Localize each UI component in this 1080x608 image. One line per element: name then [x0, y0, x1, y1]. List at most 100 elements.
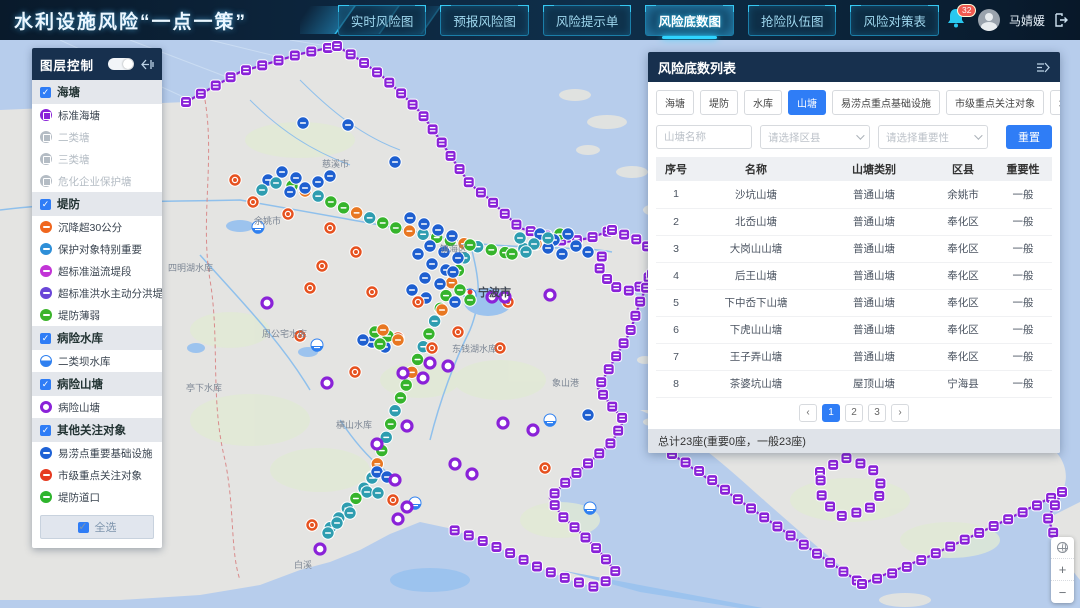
- teal-marker[interactable]: [389, 405, 401, 417]
- seawall-marker[interactable]: [619, 229, 630, 240]
- flood-marker[interactable]: [570, 240, 582, 252]
- seawall-marker[interactable]: [864, 502, 875, 513]
- seawall-marker[interactable]: [988, 521, 999, 532]
- page-2[interactable]: 2: [845, 404, 863, 422]
- layer-item[interactable]: 市级重点关注对象: [32, 464, 162, 486]
- seawall-marker[interactable]: [746, 503, 757, 514]
- teal-marker[interactable]: [344, 507, 356, 519]
- focus-marker[interactable]: [282, 208, 294, 220]
- focus-marker[interactable]: [412, 296, 424, 308]
- table-row[interactable]: 7王子弄山塘普通山塘奉化区一般: [656, 343, 1052, 370]
- orange-marker[interactable]: [403, 225, 415, 237]
- tab-1[interactable]: 海塘: [656, 90, 694, 115]
- layer-item[interactable]: 超标准溢流堤段: [32, 260, 162, 282]
- tab-7[interactable]: 堤防道口: [1050, 90, 1060, 115]
- reservoir-marker[interactable]: [311, 339, 323, 352]
- seawall-marker[interactable]: [811, 548, 822, 559]
- green-marker[interactable]: [506, 248, 518, 260]
- focus-marker[interactable]: [350, 246, 362, 258]
- flood-marker[interactable]: [418, 218, 430, 230]
- orange-marker[interactable]: [350, 207, 362, 219]
- layer-item[interactable]: 沉降超30公分: [32, 216, 162, 238]
- seawall-marker[interactable]: [384, 77, 395, 88]
- focus-marker[interactable]: [306, 519, 318, 531]
- avatar[interactable]: [978, 9, 1000, 31]
- seawall-marker[interactable]: [545, 567, 556, 578]
- seawall-marker[interactable]: [798, 539, 809, 550]
- green-marker[interactable]: [400, 379, 412, 391]
- notification-bell[interactable]: 32: [947, 8, 969, 32]
- page-1[interactable]: 1: [822, 404, 840, 422]
- seawall-marker[interactable]: [1031, 500, 1042, 511]
- nav-button[interactable]: 风险对策表: [850, 5, 939, 36]
- section-checkbox[interactable]: ✓: [40, 199, 51, 210]
- teal-marker[interactable]: [514, 232, 526, 244]
- district-select[interactable]: 请选择区县: [760, 125, 870, 149]
- seawall-marker[interactable]: [511, 219, 522, 230]
- green-marker[interactable]: [485, 244, 497, 256]
- seawall-marker[interactable]: [598, 389, 609, 400]
- pond-marker[interactable]: [467, 469, 477, 479]
- flood-marker[interactable]: [582, 246, 594, 258]
- focus-marker[interactable]: [349, 366, 361, 378]
- select-all-button[interactable]: ✓ 全选: [40, 515, 154, 539]
- flood-marker[interactable]: [389, 156, 401, 168]
- reset-button[interactable]: 重置: [1006, 125, 1052, 149]
- flood-marker[interactable]: [434, 278, 446, 290]
- pond-marker[interactable]: [393, 514, 403, 524]
- flood-marker[interactable]: [276, 166, 288, 178]
- seawall-marker[interactable]: [720, 484, 731, 495]
- seawall-marker[interactable]: [571, 467, 582, 478]
- teal-marker[interactable]: [256, 184, 268, 196]
- zoom-out-button[interactable]: −: [1051, 581, 1074, 603]
- collapse-left-icon[interactable]: [141, 59, 154, 70]
- tab-3[interactable]: 水库: [744, 90, 782, 115]
- seawall-marker[interactable]: [531, 561, 542, 572]
- seawall-marker[interactable]: [945, 541, 956, 552]
- nav-button[interactable]: 抢险队伍图: [748, 5, 837, 36]
- flood-marker[interactable]: [342, 119, 354, 131]
- seawall-marker[interactable]: [874, 490, 885, 501]
- pond-marker[interactable]: [545, 290, 555, 300]
- layer-section-header[interactable]: ✓病险水库: [32, 326, 162, 350]
- seawall-marker[interactable]: [816, 490, 827, 501]
- focus-marker[interactable]: [387, 494, 399, 506]
- pond-marker[interactable]: [402, 421, 412, 431]
- seawall-marker[interactable]: [600, 554, 611, 565]
- seawall-marker[interactable]: [289, 50, 300, 61]
- flood-marker[interactable]: [406, 284, 418, 296]
- green-marker[interactable]: [411, 353, 423, 365]
- nav-button[interactable]: 风险提示单: [543, 5, 632, 36]
- seawall-marker[interactable]: [549, 488, 560, 499]
- tab-2[interactable]: 堤防: [700, 90, 738, 115]
- seawall-marker[interactable]: [855, 458, 866, 469]
- pond-marker[interactable]: [398, 368, 408, 378]
- pond-marker[interactable]: [528, 425, 538, 435]
- teal-marker[interactable]: [322, 527, 334, 539]
- seawall-marker[interactable]: [573, 577, 584, 588]
- seawall-marker[interactable]: [436, 137, 447, 148]
- flood-marker[interactable]: [290, 172, 302, 184]
- seawall-marker[interactable]: [591, 543, 602, 554]
- layer-item[interactable]: 堤防道口: [32, 486, 162, 508]
- green-marker[interactable]: [454, 284, 466, 296]
- seawall-marker[interactable]: [772, 521, 783, 532]
- teal-marker[interactable]: [312, 190, 324, 202]
- flood-marker[interactable]: [404, 212, 416, 224]
- seawall-marker[interactable]: [759, 512, 770, 523]
- zoom-in-button[interactable]: +: [1051, 559, 1074, 581]
- table-row[interactable]: 2北岙山塘普通山塘奉化区一般: [656, 208, 1052, 235]
- collapse-right-icon[interactable]: [1036, 62, 1050, 73]
- flood-marker[interactable]: [562, 228, 574, 240]
- seawall-marker[interactable]: [359, 57, 370, 68]
- flood-marker[interactable]: [446, 230, 458, 242]
- green-marker[interactable]: [337, 202, 349, 214]
- focus-marker[interactable]: [426, 342, 438, 354]
- flood-marker[interactable]: [449, 296, 461, 308]
- seawall-marker[interactable]: [580, 532, 591, 543]
- seawall-marker[interactable]: [825, 557, 836, 568]
- table-row[interactable]: 6下虎山山塘普通山塘奉化区一般: [656, 316, 1052, 343]
- seawall-marker[interactable]: [607, 401, 618, 412]
- green-marker[interactable]: [377, 217, 389, 229]
- logout-icon[interactable]: [1054, 13, 1068, 27]
